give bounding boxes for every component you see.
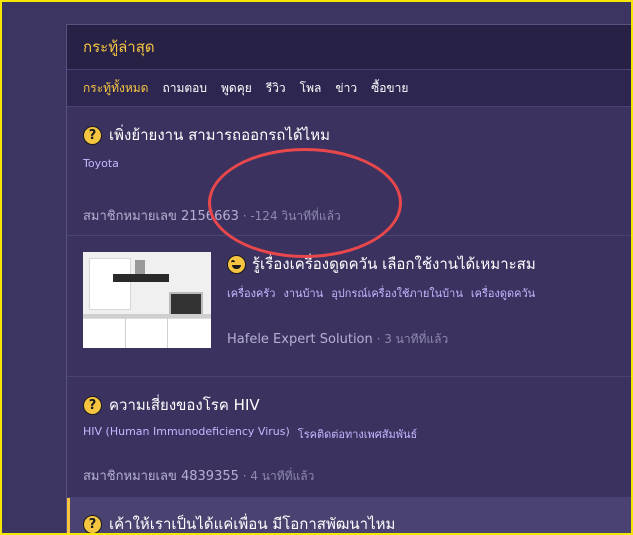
topic-time: -124 วินาทีที่แล้ว [250, 209, 341, 223]
topic-tag[interactable]: HIV (Human Immunodeficiency Virus) [83, 425, 290, 443]
topic-time: 4 นาทีที่แล้ว [250, 469, 315, 483]
thumb-cabinet-line [167, 318, 168, 348]
thumb-cabinet-line [125, 318, 126, 348]
topic-tag[interactable]: โรคติดต่อทางเพศสัมพันธ์ [298, 425, 417, 443]
topic-item[interactable]: ? เพิ่งย้ายงาน สามารถออกรถได้ไหม Toyota … [67, 107, 631, 236]
topic-title[interactable]: รู้เรื่องเครื่องดูดควัน เลือกใช้งานได้เห… [252, 252, 536, 276]
topic-tag[interactable]: เครื่องดูดควัน [471, 284, 535, 302]
topic-tag[interactable]: งานบ้าน [283, 284, 323, 302]
question-icon: ? [83, 395, 102, 415]
topic-tags: เครื่องครัว งานบ้าน อุปกรณ์เครื่องใช้ภาย… [227, 284, 543, 302]
topic-author[interactable]: สมาชิกหมายเลข 4839355 [83, 469, 239, 484]
topic-time: 3 นาทีที่แล้ว [384, 332, 449, 346]
tab-all[interactable]: กระทู้ทั้งหมด [83, 79, 148, 98]
tab-poll[interactable]: โพล [300, 79, 322, 98]
topic-tag[interactable]: อุปกรณ์เครื่องใช้ภายในบ้าน [331, 284, 463, 302]
topic-meta: สมาชิกหมายเลข 2156663 · -124 วินาทีที่แล… [83, 205, 341, 226]
topic-title[interactable]: ความเสี่ยงของโรค HIV [109, 393, 260, 417]
meta-separator: · [238, 469, 251, 483]
topic-item[interactable]: ? ความเสี่ยงของโรค HIV HIV (Human Immuno… [67, 377, 631, 498]
topic-tag[interactable]: เครื่องครัว [227, 284, 275, 302]
tab-qa[interactable]: ถามตอบ [162, 79, 207, 98]
topic-thumbnail[interactable] [83, 252, 211, 348]
topic-meta: สมาชิกหมายเลข 4839355 · 4 นาทีที่แล้ว [83, 465, 314, 486]
topic-title-row: ? ความเสี่ยงของโรค HIV [83, 393, 260, 417]
topic-title[interactable]: เค้าให้เราเป็นได้แค่เพื่อน มีโอกาสพัฒนาไ… [109, 512, 395, 533]
meta-separator: · [372, 332, 385, 346]
topic-meta: Hafele Expert Solution · 3 นาทีที่แล้ว [227, 330, 448, 349]
topic-title-row: ? เค้าให้เราเป็นได้แค่เพื่อน มีโอกาสพัฒน… [83, 512, 395, 533]
topic-author[interactable]: Hafele Expert Solution [227, 332, 373, 347]
thumb-lower-cabinet [83, 318, 211, 348]
panel-title: กระทู้ล่าสุด [83, 38, 155, 56]
question-icon: ? [83, 514, 102, 533]
question-icon: ? [83, 125, 102, 145]
thumb-hood-neck [135, 260, 145, 274]
smile-icon [227, 254, 246, 274]
category-tabs: กระทู้ทั้งหมด ถามตอบ พูดคุย รีวิว โพล ข่… [67, 70, 631, 107]
meta-separator: · [238, 209, 251, 223]
thumb-range-hood [113, 274, 169, 282]
latest-topics-panel: กระทู้ล่าสุด กระทู้ทั้งหมด ถามตอบ พูดคุย… [66, 24, 631, 533]
topic-author[interactable]: สมาชิกหมายเลข 2156663 [83, 209, 239, 224]
topic-tags: Toyota [83, 157, 127, 170]
topic-item-highlighted[interactable]: ? เค้าให้เราเป็นได้แค่เพื่อน มีโอกาสพัฒน… [67, 498, 631, 533]
tab-review[interactable]: รีวิว [266, 79, 286, 98]
topic-item[interactable]: รู้เรื่องเครื่องดูดควัน เลือกใช้งานได้เห… [67, 236, 631, 377]
screenshot-frame: กระทู้ล่าสุด กระทู้ทั้งหมด ถามตอบ พูดคุย… [0, 0, 633, 535]
topic-tags: HIV (Human Immunodeficiency Virus) โรคติ… [83, 425, 425, 443]
topic-title[interactable]: เพิ่งย้ายงาน สามารถออกรถได้ไหม [109, 123, 330, 147]
tab-news[interactable]: ข่าว [335, 79, 357, 98]
thumb-cabinet [89, 258, 131, 310]
topic-title-row: รู้เรื่องเครื่องดูดควัน เลือกใช้งานได้เห… [227, 252, 536, 276]
panel-header: กระทู้ล่าสุด [67, 25, 631, 70]
tab-chat[interactable]: พูดคุย [221, 79, 252, 98]
topic-tag[interactable]: Toyota [83, 157, 119, 170]
tab-market[interactable]: ซื้อขาย [371, 79, 408, 98]
topic-title-row: ? เพิ่งย้ายงาน สามารถออกรถได้ไหม [83, 123, 330, 147]
